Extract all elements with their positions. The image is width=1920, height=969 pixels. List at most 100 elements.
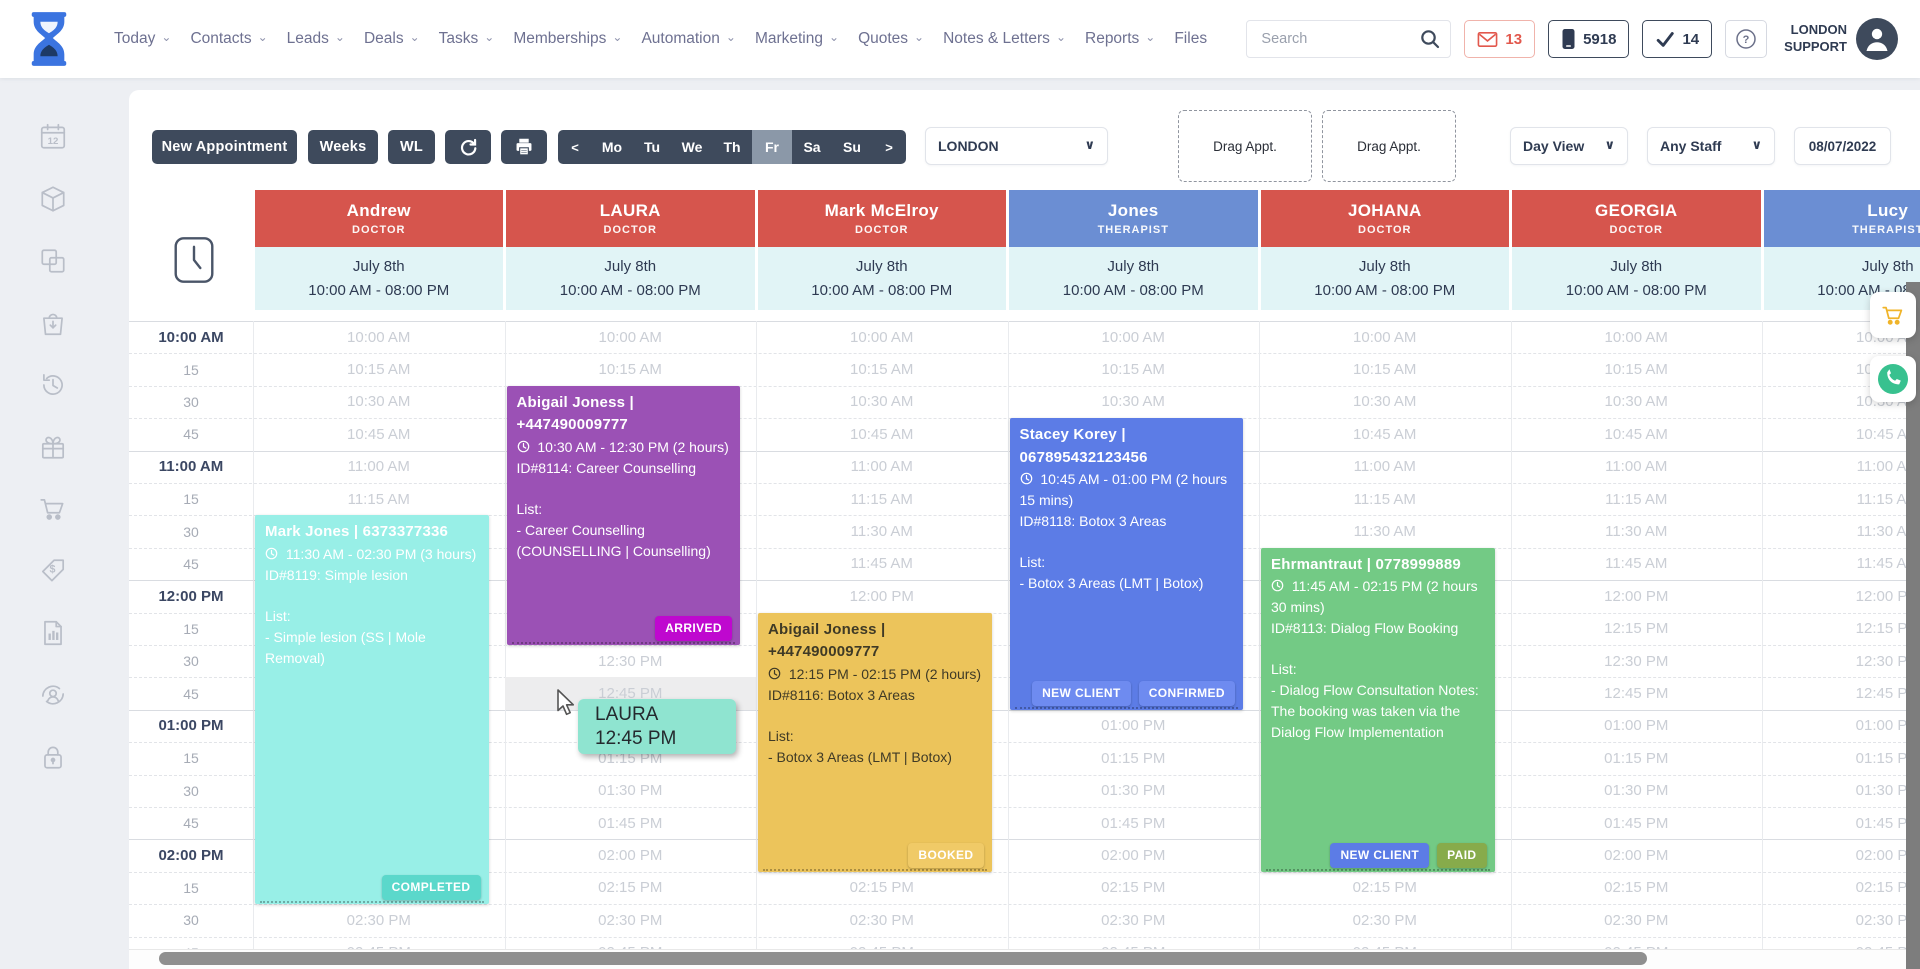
time-slot[interactable]: 11:00 AM xyxy=(1259,451,1511,483)
avatar[interactable] xyxy=(1856,18,1898,60)
time-slot[interactable]: 11:00 AM xyxy=(756,451,1008,483)
time-slot[interactable]: 02:15 PM xyxy=(1008,872,1260,904)
time-slot[interactable]: 12:00 PM xyxy=(756,580,1008,612)
time-slot[interactable]: 10:45 AM xyxy=(756,418,1008,450)
time-slot[interactable]: 11:00 AM xyxy=(253,451,505,483)
time-slot[interactable]: 10:15 AM xyxy=(1259,353,1511,385)
drag-appointment-slot-2[interactable]: Drag Appt. xyxy=(1322,110,1456,182)
time-slot[interactable]: 11:45 AM xyxy=(1762,548,1920,580)
time-slot[interactable]: 10:15 AM xyxy=(505,353,757,385)
time-slot[interactable]: 12:00 PM xyxy=(1762,580,1920,612)
time-slot[interactable]: 10:00 AM xyxy=(1008,321,1260,353)
day-button-tu[interactable]: Tu xyxy=(632,130,672,164)
time-slot[interactable]: 11:15 AM xyxy=(1762,483,1920,515)
calendar-icon[interactable]: 12 xyxy=(38,122,68,152)
date-picker[interactable]: 08/07/2022 xyxy=(1794,127,1891,165)
column-header-johana[interactable]: JOHANADOCTOR xyxy=(1261,190,1510,247)
time-slot[interactable]: 01:00 PM xyxy=(1762,710,1920,742)
nav-item-today[interactable]: Today⌄ xyxy=(114,30,171,48)
time-slot[interactable]: 11:00 AM xyxy=(1762,451,1920,483)
time-slot[interactable]: 01:15 PM xyxy=(1008,742,1260,774)
day-button-th[interactable]: Th xyxy=(712,130,752,164)
time-slot[interactable]: 12:30 PM xyxy=(1762,645,1920,677)
appointment-card[interactable]: Abigail Joness | +447490009777 10:30 AM … xyxy=(507,386,741,645)
time-slot[interactable]: 10:00 AM xyxy=(253,321,505,353)
time-slot[interactable]: 11:30 AM xyxy=(1259,515,1511,547)
column-header-laura[interactable]: LAURADOCTOR xyxy=(506,190,755,247)
time-slot[interactable]: 11:45 AM xyxy=(756,548,1008,580)
column-header-georgia[interactable]: GEORGIADOCTOR xyxy=(1512,190,1761,247)
cart-icon[interactable] xyxy=(38,494,68,524)
refresh-button[interactable] xyxy=(445,130,491,164)
cart-float-button[interactable] xyxy=(1870,292,1916,338)
time-slot[interactable]: 01:30 PM xyxy=(1762,775,1920,807)
lock-icon[interactable] xyxy=(38,742,68,772)
time-slot[interactable]: 02:15 PM xyxy=(505,872,757,904)
view-select[interactable]: Day View∨ xyxy=(1510,127,1628,165)
nav-item-marketing[interactable]: Marketing⌄ xyxy=(755,30,839,48)
day-button-su[interactable]: Su xyxy=(832,130,872,164)
nav-item-memberships[interactable]: Memberships⌄ xyxy=(513,30,622,48)
time-slot[interactable]: 10:45 AM xyxy=(1762,418,1920,450)
time-slot[interactable]: 02:30 PM xyxy=(1511,904,1763,936)
nav-item-reports[interactable]: Reports⌄ xyxy=(1085,30,1155,48)
appointment-card[interactable]: Stacey Korey | 067895432123456 10:45 AM … xyxy=(1010,418,1244,710)
time-slot[interactable]: 10:00 AM xyxy=(1259,321,1511,353)
time-slot[interactable]: 02:15 PM xyxy=(1259,872,1511,904)
column-header-jones[interactable]: JonesTHERAPIST xyxy=(1009,190,1258,247)
phone-float-button[interactable] xyxy=(1870,356,1916,402)
new-appointment-button[interactable]: New Appointment xyxy=(152,130,297,164)
time-slot[interactable]: 11:30 AM xyxy=(756,515,1008,547)
time-slot[interactable]: 10:15 AM xyxy=(1511,353,1763,385)
time-slot[interactable]: 12:45 PM xyxy=(1511,677,1763,709)
report-icon[interactable] xyxy=(38,618,68,648)
time-slot[interactable]: 01:45 PM xyxy=(1511,807,1763,839)
client-rotation-icon[interactable] xyxy=(38,680,68,710)
time-slot[interactable]: 12:15 PM xyxy=(1511,613,1763,645)
time-slot[interactable]: 02:00 PM xyxy=(1762,839,1920,871)
copy-icon[interactable] xyxy=(38,246,68,276)
time-slot[interactable]: 10:45 AM xyxy=(1259,418,1511,450)
time-slot[interactable]: 02:15 PM xyxy=(1762,872,1920,904)
time-slot[interactable]: 10:30 AM xyxy=(1008,386,1260,418)
time-slot[interactable]: 11:30 AM xyxy=(1511,515,1763,547)
time-slot[interactable]: 10:30 AM xyxy=(1259,386,1511,418)
time-slot[interactable]: 02:30 PM xyxy=(505,904,757,936)
nav-item-quotes[interactable]: Quotes⌄ xyxy=(858,30,924,48)
weeks-button[interactable]: Weeks xyxy=(308,130,378,164)
calls-badge[interactable]: 5918 xyxy=(1548,20,1629,58)
time-slot[interactable]: 01:45 PM xyxy=(1762,807,1920,839)
time-slot[interactable]: 11:00 AM xyxy=(1511,451,1763,483)
time-slot[interactable]: 01:15 PM xyxy=(1511,742,1763,774)
time-slot[interactable]: 11:30 AM xyxy=(1762,515,1920,547)
column-header-andrew[interactable]: AndrewDOCTOR xyxy=(255,190,504,247)
time-slot[interactable]: 01:15 PM xyxy=(1762,742,1920,774)
nav-item-notes-letters[interactable]: Notes & Letters⌄ xyxy=(943,30,1066,48)
nav-item-deals[interactable]: Deals⌄ xyxy=(364,30,420,48)
nav-item-tasks[interactable]: Tasks⌄ xyxy=(439,30,495,48)
column-header-lucy[interactable]: LucyTHERAPIST xyxy=(1764,190,1920,247)
nav-item-contacts[interactable]: Contacts⌄ xyxy=(190,30,267,48)
time-slot[interactable]: 02:00 PM xyxy=(1511,839,1763,871)
time-slot[interactable]: 01:00 PM xyxy=(1008,710,1260,742)
time-slot[interactable]: 02:30 PM xyxy=(756,904,1008,936)
day-button-sa[interactable]: Sa xyxy=(792,130,832,164)
time-slot[interactable]: 10:45 AM xyxy=(253,418,505,450)
time-slot[interactable]: 10:00 AM xyxy=(756,321,1008,353)
nav-item-leads[interactable]: Leads⌄ xyxy=(287,30,345,48)
appointment-card[interactable]: Mark Jones | 6373377336 11:30 AM - 02:30… xyxy=(255,515,489,904)
print-button[interactable] xyxy=(501,130,547,164)
time-slot[interactable]: 12:00 PM xyxy=(1511,580,1763,612)
time-slot[interactable]: 12:30 PM xyxy=(1511,645,1763,677)
help-button[interactable]: ? xyxy=(1725,20,1767,58)
gift-icon[interactable] xyxy=(38,432,68,462)
shopping-bag-icon[interactable] xyxy=(38,308,68,338)
drag-appointment-slot-1[interactable]: Drag Appt. xyxy=(1178,110,1312,182)
time-slot[interactable]: 11:45 AM xyxy=(1511,548,1763,580)
appointment-card[interactable]: Abigail Joness | +447490009777 12:15 PM … xyxy=(758,613,992,872)
time-slot[interactable]: 02:00 PM xyxy=(505,839,757,871)
time-slot[interactable]: 12:15 PM xyxy=(1762,613,1920,645)
time-slot[interactable]: 11:15 AM xyxy=(756,483,1008,515)
time-slot[interactable]: 01:30 PM xyxy=(1008,775,1260,807)
hourglass-logo[interactable] xyxy=(26,11,72,67)
